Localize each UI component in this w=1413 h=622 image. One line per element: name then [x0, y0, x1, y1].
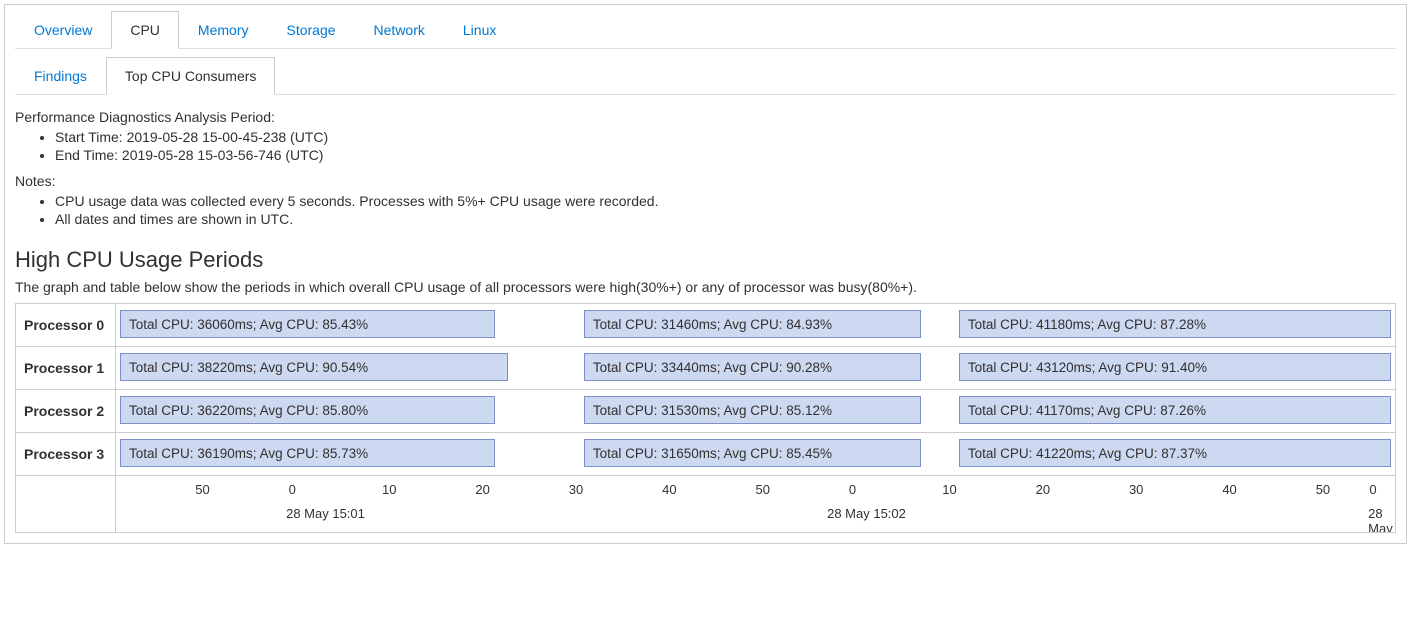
high-cpu-heading: High CPU Usage Periods [15, 247, 1396, 273]
cpu-usage-block[interactable]: Total CPU: 31530ms; Avg CPU: 85.12% [584, 396, 921, 424]
processor-lane: Total CPU: 36190ms; Avg CPU: 85.73% Total… [120, 437, 1391, 471]
cpu-usage-block[interactable]: Total CPU: 41180ms; Avg CPU: 87.28% [959, 310, 1391, 338]
axis-tick: 10 [942, 482, 956, 497]
axis-tick: 0 [289, 482, 296, 497]
axis-tick: 20 [1036, 482, 1050, 497]
tab-overview[interactable]: Overview [15, 11, 111, 48]
processor-lane-cell: Total CPU: 36060ms; Avg CPU: 85.43% Total… [116, 304, 1396, 347]
axis-tick: 30 [569, 482, 583, 497]
axis-spacer [16, 476, 116, 533]
analysis-period-label: Performance Diagnostics Analysis Period: [15, 109, 1396, 125]
notes-list: CPU usage data was collected every 5 sec… [15, 193, 1396, 227]
subtab-topcpu[interactable]: Top CPU Consumers [106, 57, 276, 95]
axis-tick: 0 [1369, 482, 1376, 497]
tab-memory[interactable]: Memory [179, 11, 268, 48]
note-item: All dates and times are shown in UTC. [55, 211, 1396, 227]
processor-lane: Total CPU: 38220ms; Avg CPU: 90.54% Total… [120, 351, 1391, 385]
axis-tick: 40 [1222, 482, 1236, 497]
cpu-usage-block[interactable]: Total CPU: 33440ms; Avg CPU: 90.28% [584, 353, 921, 381]
start-time: Start Time: 2019-05-28 15-00-45-238 (UTC… [55, 129, 1396, 145]
processor-label: Processor 3 [16, 433, 116, 476]
cpu-usage-block[interactable]: Total CPU: 38220ms; Avg CPU: 90.54% [120, 353, 508, 381]
tab-cpu[interactable]: CPU [111, 11, 179, 49]
cpu-usage-block[interactable]: Total CPU: 31650ms; Avg CPU: 85.45% [584, 439, 921, 467]
processor-label: Processor 1 [16, 347, 116, 390]
axis-tick: 50 [1316, 482, 1330, 497]
main-tabs: OverviewCPUMemoryStorageNetworkLinux [15, 11, 1396, 49]
processor-lane-cell: Total CPU: 36190ms; Avg CPU: 85.73% Total… [116, 433, 1396, 476]
axis-tick: 50 [756, 482, 770, 497]
subtab-findings[interactable]: Findings [15, 57, 106, 94]
axis-tick: 10 [382, 482, 396, 497]
axis-tick: 30 [1129, 482, 1143, 497]
sub-tabs: FindingsTop CPU Consumers [15, 57, 1396, 95]
axis-tick: 40 [662, 482, 676, 497]
page: OverviewCPUMemoryStorageNetworkLinux Fin… [4, 4, 1407, 544]
processor-lane-cell: Total CPU: 38220ms; Avg CPU: 90.54% Total… [116, 347, 1396, 390]
note-item: CPU usage data was collected every 5 sec… [55, 193, 1396, 209]
cpu-usage-block[interactable]: Total CPU: 36060ms; Avg CPU: 85.43% [120, 310, 495, 338]
analysis-period-list: Start Time: 2019-05-28 15-00-45-238 (UTC… [15, 129, 1396, 163]
cpu-usage-block[interactable]: Total CPU: 43120ms; Avg CPU: 91.40% [959, 353, 1391, 381]
cpu-usage-block[interactable]: Total CPU: 36190ms; Avg CPU: 85.73% [120, 439, 495, 467]
tab-linux[interactable]: Linux [444, 11, 515, 48]
high-cpu-description: The graph and table below show the perio… [15, 279, 1396, 295]
processor-lane: Total CPU: 36060ms; Avg CPU: 85.43% Total… [120, 308, 1391, 342]
tab-network[interactable]: Network [355, 11, 444, 48]
processor-lane-cell: Total CPU: 36220ms; Avg CPU: 85.80% Total… [116, 390, 1396, 433]
cpu-usage-block[interactable]: Total CPU: 31460ms; Avg CPU: 84.93% [584, 310, 921, 338]
axis-date-label: 28 May 15:02 [827, 506, 906, 521]
processor-timeline-table: Processor 0Total CPU: 36060ms; Avg CPU: … [15, 303, 1396, 533]
axis-date-label: 28 May 15:03 [1368, 506, 1395, 533]
tab-storage[interactable]: Storage [267, 11, 354, 48]
axis-date-label: 28 May 15:01 [286, 506, 365, 521]
cpu-usage-block[interactable]: Total CPU: 41170ms; Avg CPU: 87.26% [959, 396, 1391, 424]
cpu-usage-block[interactable]: Total CPU: 36220ms; Avg CPU: 85.80% [120, 396, 495, 424]
time-axis: 50010203040500102030405001028 May 15:012… [116, 476, 1395, 532]
processor-label: Processor 2 [16, 390, 116, 433]
notes-label: Notes: [15, 173, 1396, 189]
end-time: End Time: 2019-05-28 15-03-56-746 (UTC) [55, 147, 1396, 163]
processor-lane: Total CPU: 36220ms; Avg CPU: 85.80% Total… [120, 394, 1391, 428]
axis-tick: 20 [475, 482, 489, 497]
axis-tick: 50 [195, 482, 209, 497]
time-axis-cell: 50010203040500102030405001028 May 15:012… [116, 476, 1396, 533]
processor-label: Processor 0 [16, 304, 116, 347]
cpu-usage-block[interactable]: Total CPU: 41220ms; Avg CPU: 87.37% [959, 439, 1391, 467]
axis-tick: 0 [849, 482, 856, 497]
